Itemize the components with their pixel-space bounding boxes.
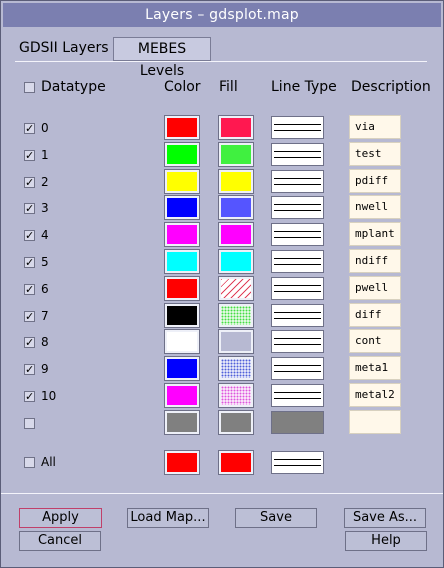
cancel-button[interactable]: Cancel (19, 531, 101, 551)
help-button[interactable]: Help (345, 531, 427, 551)
layer-line-type-box[interactable] (271, 250, 324, 273)
layer-datatype-label: 1 (41, 148, 49, 162)
all-checkbox[interactable] (24, 457, 35, 468)
layer-checkbox[interactable]: ✓ (24, 364, 35, 375)
layer-description-field[interactable]: mplant (349, 222, 401, 246)
layer-datatype-label: 0 (41, 121, 49, 135)
layer-checkbox[interactable]: ✓ (24, 123, 35, 134)
save-as-button[interactable]: Save As... (344, 508, 426, 528)
layer-fill-swatch[interactable] (218, 383, 254, 408)
layer-datatype-label: 3 (41, 201, 49, 215)
layer-datatype-label: 6 (41, 282, 49, 296)
layer-description-field[interactable]: via (349, 115, 401, 139)
load-map-button[interactable]: Load Map... (127, 508, 209, 528)
layer-line-type-box[interactable] (271, 411, 324, 434)
layer-fill-swatch[interactable] (218, 356, 254, 381)
layer-datatype-label: 9 (41, 362, 49, 376)
layer-fill-swatch[interactable] (218, 249, 254, 274)
layer-color-swatch[interactable] (164, 222, 200, 247)
header-datatype: Datatype (41, 79, 106, 95)
layer-checkbox[interactable]: ✓ (24, 337, 35, 348)
layer-fill-swatch[interactable] (218, 169, 254, 194)
layer-description-field[interactable]: meta1 (349, 356, 401, 380)
layer-line-type-box[interactable] (271, 170, 324, 193)
layer-line-type-box[interactable] (271, 384, 324, 407)
layer-line-type-box[interactable] (271, 116, 324, 139)
button-separator (1, 493, 443, 494)
layer-color-swatch[interactable] (164, 356, 200, 381)
datatype-select-all-checkbox[interactable] (24, 82, 35, 93)
layer-color-swatch[interactable] (164, 142, 200, 167)
layer-checkbox[interactable]: ✓ (24, 257, 35, 268)
layer-fill-swatch[interactable] (218, 276, 254, 301)
tab-divider (15, 61, 427, 62)
tab-mebes-levels[interactable]: MEBES Levels (113, 37, 211, 79)
layer-fill-swatch[interactable] (218, 329, 254, 354)
layer-line-type-box[interactable] (271, 304, 324, 327)
layer-description-field[interactable]: metal2 (349, 383, 401, 407)
layer-line-type-box[interactable] (271, 277, 324, 300)
layer-color-swatch[interactable] (164, 195, 200, 220)
window-title: Layers – gdsplot.map (3, 3, 441, 27)
layer-datatype-label: 4 (41, 228, 49, 242)
layer-datatype-label: 2 (41, 175, 49, 189)
all-fill-swatch[interactable] (218, 450, 254, 475)
apply-button[interactable]: Apply (19, 508, 102, 528)
layer-description-field[interactable]: pwell (349, 276, 401, 300)
layer-description-field[interactable]: ndiff (349, 249, 401, 273)
layer-checkbox[interactable]: ✓ (24, 177, 35, 188)
layer-description-field[interactable] (349, 410, 401, 434)
layer-checkbox[interactable]: ✓ (24, 150, 35, 161)
header-color: Color (164, 79, 201, 95)
layer-datatype-label: 5 (41, 255, 49, 269)
header-line-type: Line Type (271, 79, 337, 95)
layer-line-type-box[interactable] (271, 223, 324, 246)
layer-color-swatch[interactable] (164, 115, 200, 140)
layer-datatype-label: 8 (41, 335, 49, 349)
layer-datatype-label: 7 (41, 309, 49, 323)
layer-checkbox[interactable]: ✓ (24, 391, 35, 402)
layer-line-type-box[interactable] (271, 196, 324, 219)
layer-color-swatch[interactable] (164, 276, 200, 301)
layer-checkbox[interactable]: ✓ (24, 230, 35, 241)
layer-line-type-box[interactable] (271, 330, 324, 353)
save-button[interactable]: Save (235, 508, 317, 528)
layer-fill-swatch[interactable] (218, 195, 254, 220)
layer-checkbox[interactable]: ✓ (24, 203, 35, 214)
layer-description-field[interactable]: diff (349, 303, 401, 327)
header-description: Description (351, 79, 431, 95)
layer-color-swatch[interactable] (164, 169, 200, 194)
layer-description-field[interactable]: pdiff (349, 169, 401, 193)
layer-color-swatch[interactable] (164, 249, 200, 274)
layer-fill-swatch[interactable] (218, 410, 254, 435)
layer-description-field[interactable]: test (349, 142, 401, 166)
layer-description-field[interactable]: nwell (349, 195, 401, 219)
layer-color-swatch[interactable] (164, 303, 200, 328)
layer-color-swatch[interactable] (164, 383, 200, 408)
all-color-swatch[interactable] (164, 450, 200, 475)
layer-checkbox[interactable]: ✓ (24, 284, 35, 295)
layer-fill-swatch[interactable] (218, 222, 254, 247)
all-line-type-box[interactable] (271, 451, 324, 474)
layer-line-type-box[interactable] (271, 143, 324, 166)
layer-checkbox[interactable] (24, 418, 35, 429)
layer-description-field[interactable]: cont (349, 329, 401, 353)
layer-color-swatch[interactable] (164, 410, 200, 435)
layer-color-swatch[interactable] (164, 329, 200, 354)
all-label: All (41, 455, 56, 469)
layer-fill-swatch[interactable] (218, 303, 254, 328)
tab-gdsii-layers[interactable]: GDSII Layers (19, 37, 109, 59)
layer-line-type-box[interactable] (271, 357, 324, 380)
layer-checkbox[interactable]: ✓ (24, 311, 35, 322)
header-fill: Fill (219, 79, 238, 95)
layer-fill-swatch[interactable] (218, 115, 254, 140)
layers-dialog: Layers – gdsplot.map GDSII Layers MEBES … (0, 0, 444, 568)
layer-datatype-label: 10 (41, 389, 57, 403)
layer-fill-swatch[interactable] (218, 142, 254, 167)
